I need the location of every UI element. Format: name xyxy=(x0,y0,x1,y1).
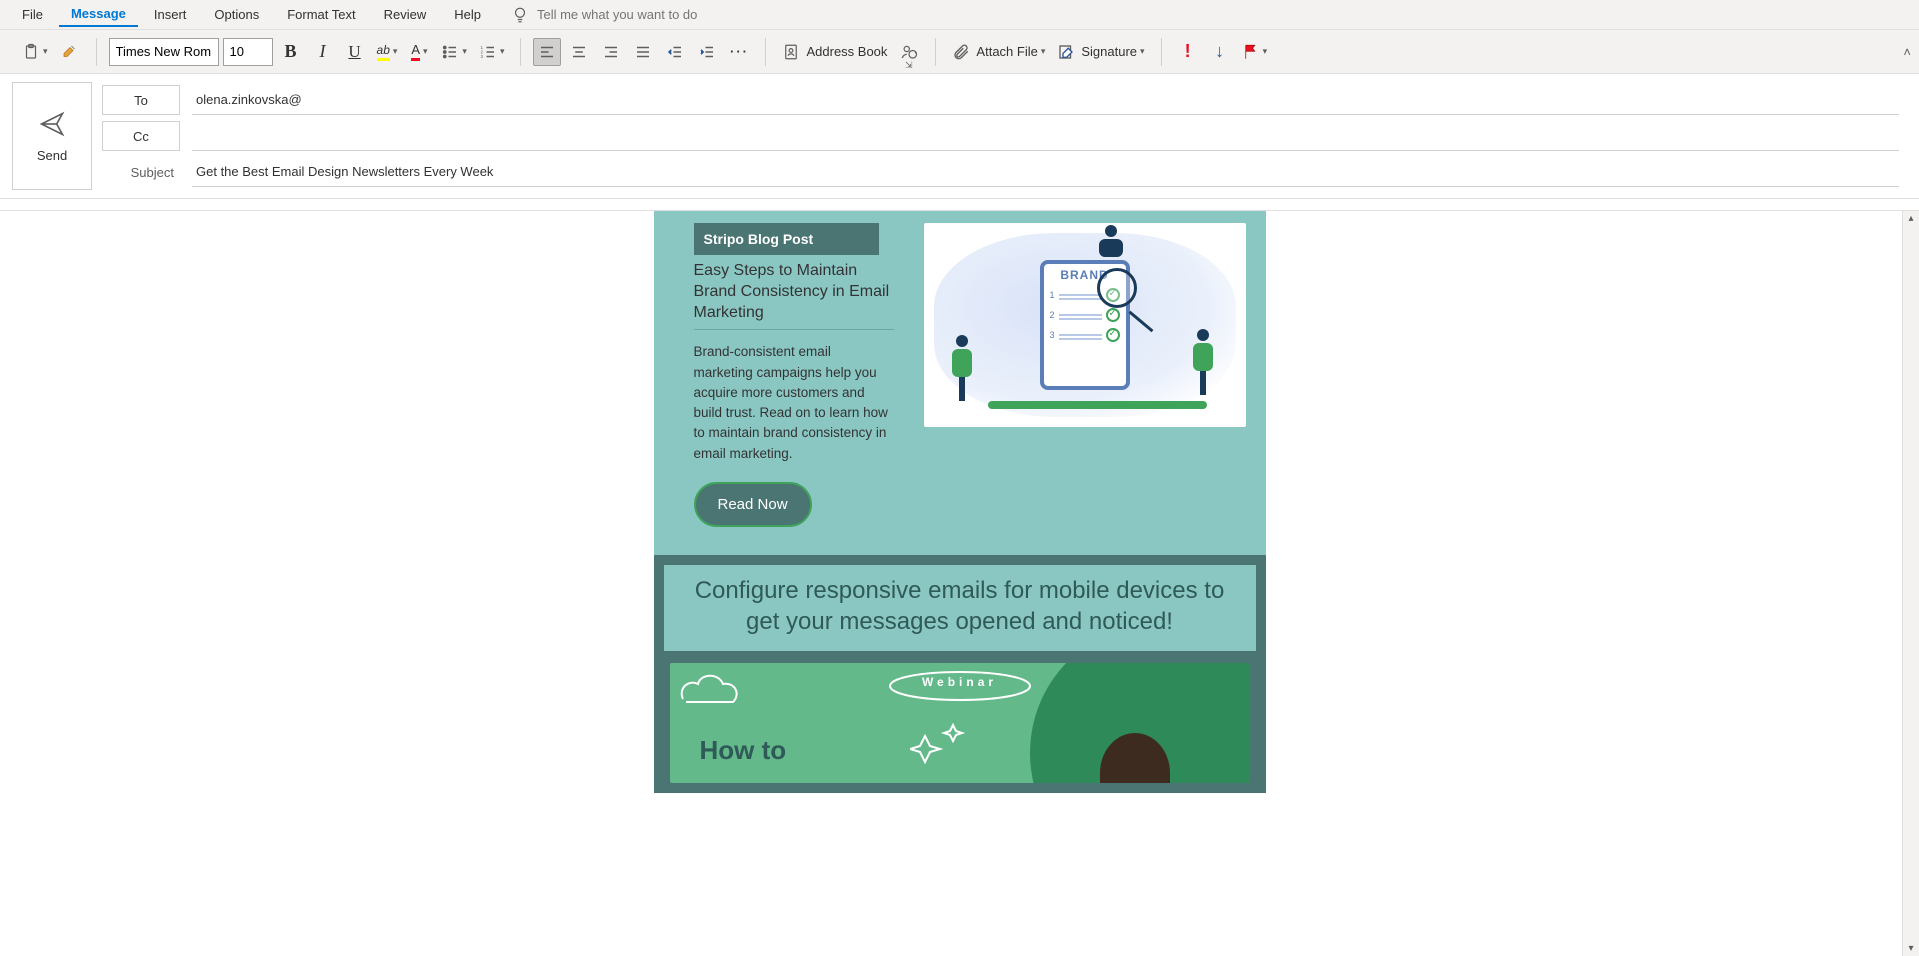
message-header: Send To Cc Subject xyxy=(0,74,1919,199)
more-paragraph-button[interactable]: ··· xyxy=(725,38,753,66)
check-names-icon xyxy=(900,43,918,61)
vertical-scrollbar[interactable]: ▴ ▾ xyxy=(1902,211,1919,956)
attach-file-button[interactable]: Attach File xyxy=(948,38,1049,66)
highlight-button[interactable]: ab xyxy=(373,38,402,66)
tell-me[interactable] xyxy=(511,6,777,24)
menu-message[interactable]: Message xyxy=(59,2,138,27)
send-label: Send xyxy=(37,148,67,163)
follow-up-button[interactable] xyxy=(1238,38,1272,66)
font-color-button[interactable]: A xyxy=(405,38,433,66)
attach-file-label: Attach File xyxy=(976,44,1037,59)
format-painter-button[interactable] xyxy=(56,38,84,66)
signature-icon xyxy=(1057,43,1075,61)
menu-review[interactable]: Review xyxy=(372,3,439,26)
lightbulb-icon xyxy=(511,6,529,24)
scroll-down-icon[interactable]: ▾ xyxy=(1906,941,1915,956)
to-button[interactable]: To xyxy=(102,85,180,115)
bullets-button[interactable] xyxy=(437,38,471,66)
underline-icon: U xyxy=(348,42,360,62)
send-icon xyxy=(38,110,66,138)
message-body[interactable]: Stripo Blog Post Easy Steps to Maintain … xyxy=(0,210,1919,956)
font-name-combo[interactable] xyxy=(109,38,219,66)
clipboard-icon xyxy=(22,43,40,61)
subject-label: Subject xyxy=(102,165,180,180)
cc-button[interactable]: Cc xyxy=(102,121,180,151)
blog-badge: Stripo Blog Post xyxy=(694,223,879,255)
font-size-combo[interactable] xyxy=(223,38,273,66)
article-illustration: BRAND 1 2 3 xyxy=(924,223,1246,427)
paperclip-icon xyxy=(952,43,970,61)
subject-field[interactable] xyxy=(192,157,1899,187)
address-book-icon xyxy=(782,43,800,61)
send-button[interactable]: Send xyxy=(12,82,92,190)
numbering-icon: 123 xyxy=(479,43,497,61)
decrease-indent-button[interactable] xyxy=(661,38,689,66)
down-arrow-icon: ↓ xyxy=(1215,41,1224,62)
email-content: Stripo Blog Post Easy Steps to Maintain … xyxy=(654,211,1266,956)
to-field[interactable] xyxy=(192,85,1899,115)
flag-icon xyxy=(1242,43,1260,61)
menu-insert[interactable]: Insert xyxy=(142,3,199,26)
collapse-ribbon-button[interactable]: ˄ xyxy=(1903,44,1911,59)
paste-button[interactable] xyxy=(18,38,52,66)
bold-icon: B xyxy=(285,41,297,62)
highlight-icon: ab xyxy=(377,43,390,61)
low-importance-button[interactable]: ↓ xyxy=(1206,38,1234,66)
article-desc: Brand-consistent email marketing campaig… xyxy=(694,342,894,464)
cc-field[interactable] xyxy=(192,121,1899,151)
align-left-icon xyxy=(538,43,556,61)
svg-text:3: 3 xyxy=(480,54,483,59)
font-color-icon: A xyxy=(411,42,420,61)
signature-label: Signature xyxy=(1081,44,1137,59)
align-right-button[interactable] xyxy=(597,38,625,66)
high-importance-button[interactable]: ! xyxy=(1174,38,1202,66)
paintbrush-icon xyxy=(61,43,79,61)
italic-icon: I xyxy=(320,41,326,62)
webinar-banner: Configure responsive emails for mobile d… xyxy=(664,565,1256,651)
exclamation-icon: ! xyxy=(1185,41,1191,62)
dialog-launcher[interactable]: ⇲ xyxy=(905,60,913,71)
blog-post-block: Stripo Blog Post Easy Steps to Maintain … xyxy=(654,211,1266,555)
menu-format-text[interactable]: Format Text xyxy=(275,3,367,26)
align-right-icon xyxy=(602,43,620,61)
align-left-button[interactable] xyxy=(533,38,561,66)
increase-indent-button[interactable] xyxy=(693,38,721,66)
ellipsis-icon: ··· xyxy=(730,44,749,59)
align-center-icon xyxy=(570,43,588,61)
outdent-icon xyxy=(666,43,684,61)
bold-button[interactable]: B xyxy=(277,38,305,66)
read-now-button[interactable]: Read Now xyxy=(694,482,812,527)
align-justify-button[interactable] xyxy=(629,38,657,66)
webinar-block: Configure responsive emails for mobile d… xyxy=(654,555,1266,793)
align-center-button[interactable] xyxy=(565,38,593,66)
tell-me-input[interactable] xyxy=(537,7,777,22)
address-book-label: Address Book xyxy=(806,44,887,59)
webinar-card: Webinar How to xyxy=(670,663,1250,783)
align-justify-icon xyxy=(634,43,652,61)
sparkle-doodle-icon xyxy=(910,721,970,771)
scroll-up-icon[interactable]: ▴ xyxy=(1906,211,1915,226)
italic-button[interactable]: I xyxy=(309,38,337,66)
ribbon: B I U ab A 123 ··· Address Book xyxy=(0,30,1919,74)
indent-icon xyxy=(698,43,716,61)
menu-help[interactable]: Help xyxy=(442,3,493,26)
signature-button[interactable]: Signature xyxy=(1053,38,1148,66)
article-title: Easy Steps to Maintain Brand Consistency… xyxy=(694,261,894,330)
underline-button[interactable]: U xyxy=(341,38,369,66)
bullets-icon xyxy=(441,43,459,61)
numbering-button[interactable]: 123 xyxy=(475,38,509,66)
menu-bar: File Message Insert Options Format Text … xyxy=(0,0,1919,30)
webinar-ribbon-label: Webinar xyxy=(922,675,997,689)
menu-options[interactable]: Options xyxy=(202,3,271,26)
webinar-howto: How to xyxy=(700,735,787,766)
cloud-doodle-icon xyxy=(678,669,748,709)
address-book-button[interactable]: Address Book xyxy=(778,38,891,66)
menu-file[interactable]: File xyxy=(10,3,55,26)
